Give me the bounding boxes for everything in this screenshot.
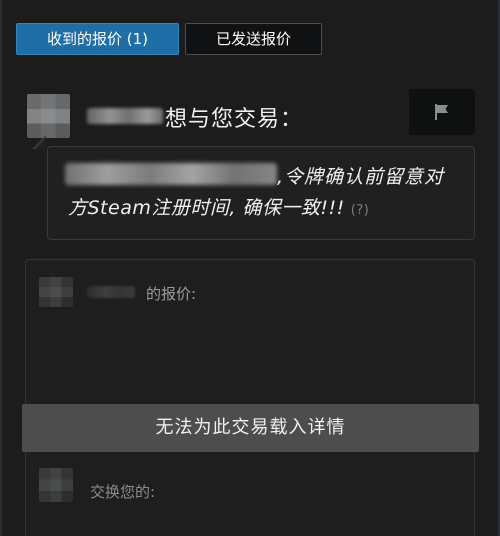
tab-received-offers[interactable]: 收到的报价 (1) <box>16 23 179 55</box>
redacted-message-text <box>65 163 277 185</box>
message-line-1: ,令牌确认前留意对 <box>277 166 445 188</box>
tab-sent-offers[interactable]: 已发送报价 <box>185 23 322 55</box>
trade-offer-window: 收到的报价 (1) 已发送报价 想与您交易： ,令牌确认前留意对 方Steam注… <box>0 0 500 536</box>
flag-icon <box>435 104 448 120</box>
partner-name[interactable] <box>87 108 163 124</box>
their-offer-label: 的报价: <box>146 285 197 303</box>
report-flag-button[interactable] <box>409 89 475 135</box>
bubble-tail-inner <box>34 138 46 150</box>
message-line-2: 方Steam注册时间, 确保一致!!! (?) <box>68 193 369 220</box>
your-avatar <box>39 468 73 502</box>
load-error-banner: 无法为此交易载入详情 <box>22 404 479 452</box>
their-name <box>87 286 135 298</box>
partner-avatar[interactable] <box>27 94 70 138</box>
help-link[interactable]: (?) <box>351 203 370 218</box>
their-avatar <box>39 277 73 307</box>
trade-title: 想与您交易： <box>165 107 304 132</box>
message-line-2-text: 方Steam注册时间, 确保一致!!! <box>68 197 345 219</box>
your-exchange-label: 交换您的: <box>90 483 156 501</box>
